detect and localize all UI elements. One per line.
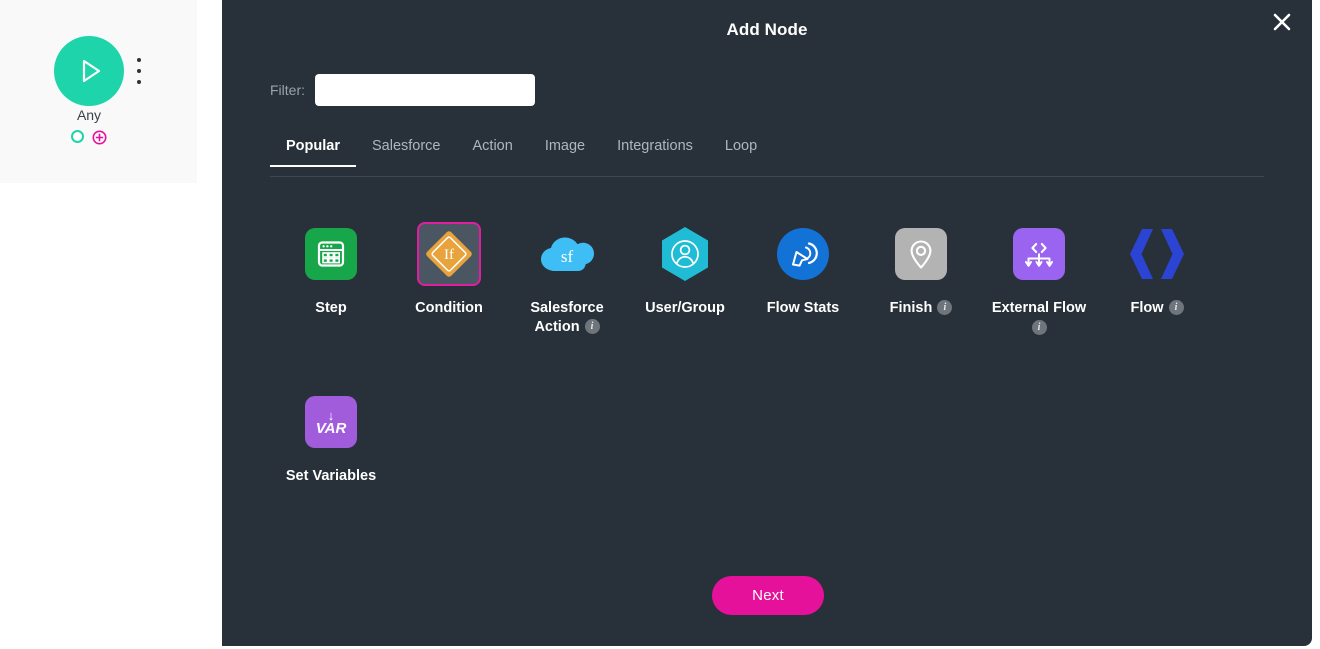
tab-integrations[interactable]: Integrations: [601, 138, 709, 166]
play-icon[interactable]: [54, 36, 124, 106]
condition-if-diamond-icon: If: [417, 222, 481, 286]
close-icon[interactable]: [1268, 8, 1296, 36]
tab-bar: Popular Salesforce Action Image Integrat…: [270, 138, 1264, 177]
node-label: Finish i: [890, 299, 953, 318]
node-option-set-variables[interactable]: ↓ VAR Set Variables: [272, 374, 390, 486]
node-label-text: Flow: [1130, 300, 1164, 316]
condition-icon-text: If: [444, 247, 454, 263]
info-icon[interactable]: i: [1031, 320, 1047, 335]
node-label: External Flow i: [992, 299, 1086, 338]
tab-salesforce[interactable]: Salesforce: [356, 138, 457, 166]
node-label: Step: [315, 300, 347, 316]
external-flow-branch-icon: [1007, 222, 1071, 286]
node-option-external-flow[interactable]: External Flow i: [980, 206, 1098, 338]
info-icon[interactable]: i: [584, 319, 600, 334]
node-option-condition[interactable]: If Condition: [390, 206, 508, 338]
node-label: Set Variables: [285, 468, 377, 484]
add-connection-icon[interactable]: [92, 130, 107, 145]
page-title: Add Node: [726, 20, 808, 39]
tab-loop[interactable]: Loop: [709, 138, 773, 166]
set-variables-var-icon: ↓ VAR: [299, 390, 363, 454]
flow-brackets-icon: [1125, 222, 1189, 286]
flow-canvas: Any: [0, 0, 222, 649]
canvas-card: Any: [0, 0, 197, 183]
variables-icon-text: VAR: [315, 419, 347, 437]
flow-stats-cursor-icon: [771, 222, 835, 286]
node-label: User/Group: [645, 300, 725, 316]
node-label-text: Finish: [889, 300, 933, 316]
node-label: Condition: [415, 300, 483, 316]
node-option-flow[interactable]: Flow i: [1098, 206, 1216, 338]
kebab-menu-icon[interactable]: [132, 56, 146, 86]
node-label-text: External Flow: [991, 300, 1087, 316]
node-label: Flow Stats: [766, 300, 840, 316]
finish-map-pin-icon: [889, 222, 953, 286]
node-handles: [0, 130, 178, 145]
info-icon[interactable]: i: [1168, 300, 1184, 315]
node-option-step[interactable]: Step: [272, 206, 390, 338]
connector-handle-icon[interactable]: [71, 130, 84, 143]
node-label: Flow i: [1130, 299, 1184, 318]
node-option-salesforce-action[interactable]: sf Salesforce Action i: [508, 206, 626, 338]
filter-label: Filter:: [270, 82, 305, 98]
salesforce-cloud-icon: sf: [535, 222, 599, 286]
salesforce-icon-text: sf: [561, 247, 574, 266]
tab-action[interactable]: Action: [457, 138, 529, 166]
next-button[interactable]: Next: [712, 576, 824, 615]
tab-image[interactable]: Image: [529, 138, 601, 166]
start-node-label: Any: [76, 107, 102, 123]
node-option-flow-stats[interactable]: Flow Stats: [744, 206, 862, 338]
filter-row: Filter:: [270, 74, 535, 106]
node-option-finish[interactable]: Finish i: [862, 206, 980, 338]
start-node[interactable]: Any: [0, 0, 197, 183]
node-option-user-group[interactable]: User/Group: [626, 206, 744, 338]
step-window-icon: [299, 222, 363, 286]
node-type-grid: Step If Condition sf Salesforce Actioni: [272, 206, 1262, 486]
node-label: Salesforce Action i: [511, 299, 623, 337]
user-group-hexagon-icon: [653, 222, 717, 286]
info-icon[interactable]: i: [937, 300, 953, 315]
add-node-modal: Add Node Filter: Popular Salesforce Acti…: [222, 0, 1312, 646]
search-input[interactable]: [315, 74, 535, 106]
tab-popular[interactable]: Popular: [270, 138, 356, 167]
